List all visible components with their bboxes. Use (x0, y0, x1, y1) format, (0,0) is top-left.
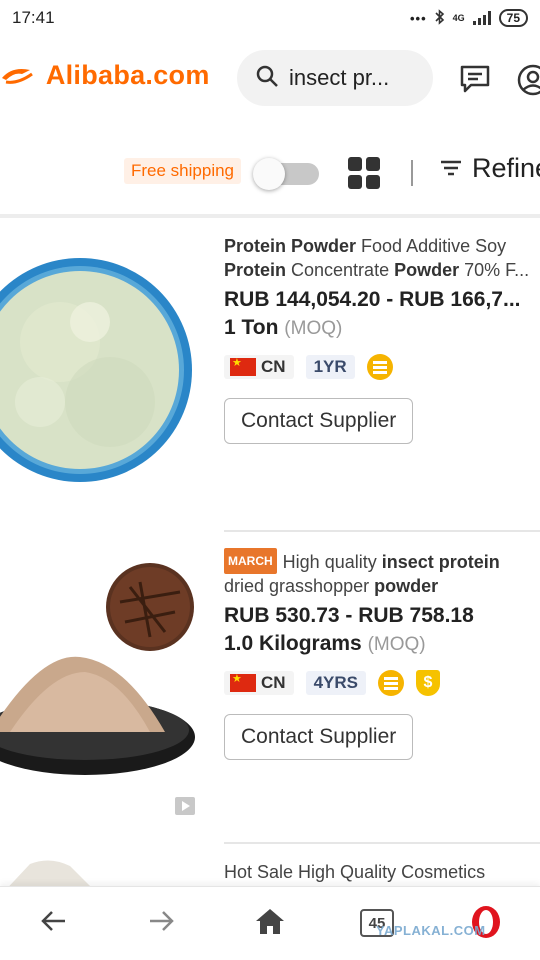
product-info: Protein Powder Food Additive Soy Protein… (224, 222, 540, 444)
more-dots-icon: ••• (409, 10, 427, 26)
filter-divider (411, 160, 413, 186)
moq-value: 1.0 Kilograms (224, 632, 362, 655)
product-moq: 1 Ton (MOQ) (224, 316, 540, 340)
watermark-text: YAPLAKAL.COM (376, 923, 486, 938)
account-icon[interactable] (517, 64, 540, 101)
logo-text: Alibaba.com (45, 60, 210, 90)
title-part: Concentrate (286, 260, 395, 280)
network-type-label: 4G (452, 13, 465, 23)
product-card[interactable]: Hot Sale High Quality Cosmetics (0, 842, 540, 888)
contact-supplier-button[interactable]: Contact Supplier (224, 714, 414, 760)
status-time: 17:41 (12, 8, 55, 27)
trade-assurance-icon (377, 670, 404, 696)
title-part: High quality (282, 552, 382, 572)
product-image-protein-powder[interactable] (0, 222, 205, 512)
supplier-badges: CN 1YR (224, 354, 540, 380)
product-title-line1[interactable]: Protein Powder Food Additive Soy (224, 234, 540, 258)
title-part: Powder (394, 260, 460, 280)
home-icon[interactable] (255, 907, 285, 940)
alibaba-logo[interactable]: Alibaba.com (0, 60, 210, 91)
alibaba-logo-mark-icon (0, 60, 42, 90)
refine-button[interactable]: Refine (440, 153, 540, 184)
title-part: powder (374, 576, 439, 596)
product-image-partial[interactable] (0, 856, 100, 888)
title-part: insect protein (381, 552, 500, 572)
search-icon (255, 64, 279, 93)
supplier-badges: CN 4YRS $ (224, 670, 540, 696)
refine-label: Refine (472, 153, 540, 183)
moq-value: 1 Ton (224, 316, 279, 339)
march-promo-badge: MARCH (224, 548, 277, 574)
trade-assurance-icon (366, 354, 393, 380)
product-info: MARCH High quality insect protein dried g… (224, 532, 540, 760)
product-title-line1[interactable]: Hot Sale High Quality Cosmetics (224, 860, 485, 884)
toggle-knob (253, 158, 285, 190)
china-flag-icon (230, 356, 256, 376)
china-flag-icon (230, 672, 256, 692)
title-part: 70% F... (459, 260, 530, 280)
product-title-line2[interactable]: dried grasshopper powder (224, 574, 540, 598)
grid-view-icon[interactable] (347, 156, 381, 195)
filter-bar: Free shipping Refine (0, 150, 540, 194)
search-bar[interactable]: insect pr... (237, 50, 433, 106)
product-moq: 1.0 Kilograms (MOQ) (224, 632, 540, 656)
message-icon[interactable] (459, 64, 491, 99)
status-bar: 17:41 ••• 4G 75 (0, 0, 540, 36)
moq-label: (MOQ) (284, 318, 343, 339)
header-divider (0, 214, 540, 218)
app-header: Alibaba.com insect pr... (0, 46, 540, 116)
back-arrow-icon[interactable] (40, 907, 68, 940)
free-shipping-toggle[interactable] (253, 158, 319, 190)
product-card[interactable]: MARCH High quality insect protein dried g… (0, 532, 540, 832)
country-badge: CN (224, 671, 294, 695)
supplier-years-badge: 4YRS (305, 671, 366, 695)
product-price: RUB 144,054.20 - RUB 166,7... (224, 288, 521, 311)
product-image-grasshopper-powder[interactable] (0, 532, 205, 822)
filter-icon (440, 153, 462, 184)
signal-icon (472, 11, 491, 25)
moq-label: (MOQ) (367, 634, 426, 655)
title-part: Protein Powder (224, 236, 357, 256)
product-title-line1[interactable]: MARCH High quality insect protein (224, 548, 540, 574)
bluetooth-icon (435, 8, 445, 28)
contact-supplier-button[interactable]: Contact Supplier (224, 398, 414, 444)
browser-bottom-nav: 45 YAPLAKAL.COM (0, 886, 540, 960)
supplier-years-badge: 1YR (305, 355, 355, 379)
country-code: CN (261, 673, 286, 692)
status-icons: ••• 4G 75 (409, 8, 528, 28)
free-shipping-label: Free shipping (124, 158, 242, 184)
product-title-line2[interactable]: Protein Concentrate Powder 70% F... (224, 258, 540, 282)
battery-indicator: 75 (498, 9, 528, 27)
search-query: insect pr... (289, 65, 390, 90)
product-price: RUB 530.73 - RUB 758.18 (224, 604, 474, 627)
country-badge: CN (224, 355, 294, 379)
title-part: Food Additive Soy (356, 236, 507, 256)
verified-supplier-icon: $ (415, 670, 440, 696)
title-part: dried grasshopper (224, 576, 375, 596)
title-part: Protein (224, 260, 287, 280)
forward-arrow-icon[interactable] (147, 907, 175, 940)
country-code: CN (261, 357, 286, 376)
product-card[interactable]: Protein Powder Food Additive Soy Protein… (0, 222, 540, 522)
